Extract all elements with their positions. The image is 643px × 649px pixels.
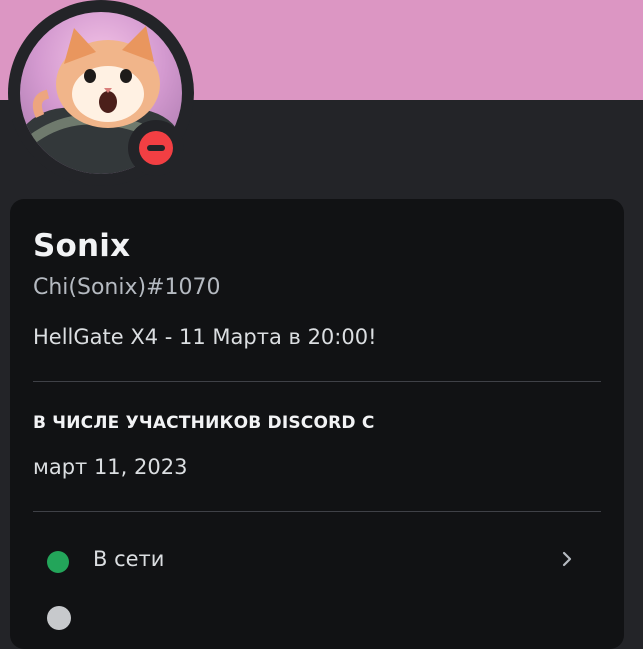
username-tag: Chi(Sonix)#1070 [33, 275, 221, 300]
custom-status: HellGate X4 - 11 Марта в 20:00! [33, 325, 377, 349]
divider-bottom [33, 511, 601, 512]
online-status-icon [47, 551, 69, 573]
status-label: В сети [93, 547, 165, 571]
next-status-icon [47, 606, 71, 630]
dnd-bar [147, 145, 165, 151]
display-name: Sonix [33, 228, 131, 264]
divider-top [33, 381, 601, 382]
chevron-right-icon [562, 551, 572, 567]
member-since-date: март 11, 2023 [33, 455, 188, 479]
status-selector[interactable]: В сети [33, 535, 601, 583]
do-not-disturb-icon [139, 131, 173, 165]
member-since-heading: В ЧИСЛЕ УЧАСТНИКОВ DISCORD С [33, 413, 375, 433]
